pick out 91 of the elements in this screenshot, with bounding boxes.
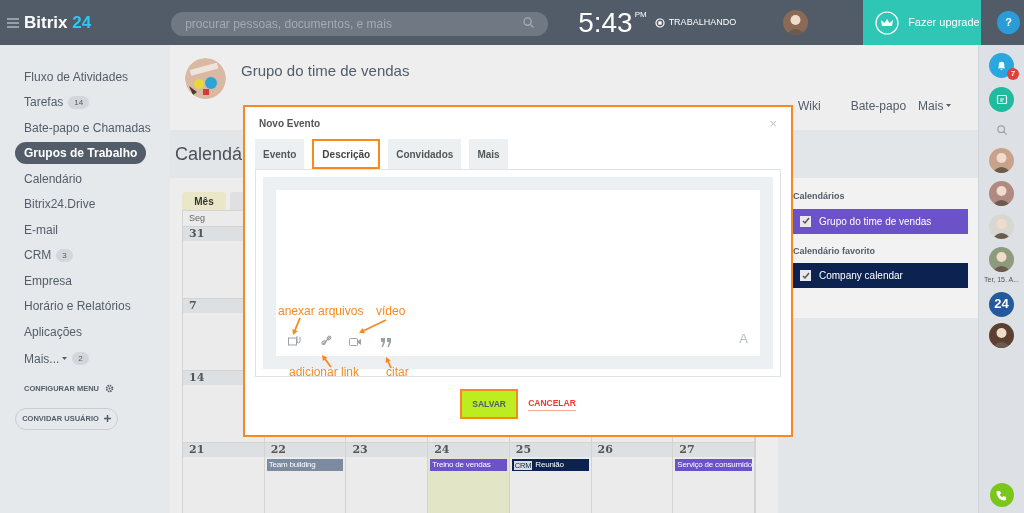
annotation-label: anexar arquivos	[278, 303, 364, 320]
avatar[interactable]	[989, 322, 1014, 348]
day-cell[interactable]: 26	[591, 443, 674, 513]
sidebar-item[interactable]: Horário e Relatórios	[15, 295, 140, 318]
check-icon	[801, 217, 810, 225]
day-number: 23	[352, 441, 368, 458]
day-number: 25	[515, 441, 532, 458]
checkbox[interactable]	[800, 270, 811, 281]
view-tab[interactable]: Mês	[182, 192, 226, 210]
day-number: 27	[679, 441, 695, 458]
dialog-tab[interactable]: Evento	[255, 139, 305, 169]
chat-icon	[995, 93, 1008, 106]
save-button[interactable]: SALVAR	[460, 389, 519, 419]
dialog-tab[interactable]: Convidados	[388, 139, 462, 169]
avatar[interactable]	[989, 214, 1014, 239]
sidebar-item[interactable]: Bate-papo e Chamadas	[15, 116, 160, 139]
counter: 14	[68, 95, 90, 109]
avatar[interactable]	[989, 181, 1014, 206]
phone-icon	[996, 489, 1007, 501]
avatar[interactable]	[783, 10, 809, 35]
calendar-event[interactable]: Treino de vendas	[430, 459, 507, 471]
calendars-heading: Calendário favorito	[793, 244, 876, 258]
day-cell[interactable]: 22 Team building	[264, 443, 347, 513]
sidebar-item[interactable]: Calendário	[15, 167, 92, 190]
menu-icon[interactable]	[7, 17, 19, 28]
avatar[interactable]	[989, 247, 1014, 272]
day-number: 21	[189, 441, 205, 458]
day-number: 26	[597, 441, 613, 458]
calendar-entry[interactable]: Company calendar	[793, 263, 968, 288]
page-title: Calendá	[175, 142, 243, 166]
caret-icon	[946, 104, 952, 107]
attachment-icon[interactable]	[288, 335, 301, 346]
dialog-tab[interactable]: Mais	[469, 139, 508, 169]
stop-icon[interactable]	[654, 17, 665, 28]
avatar[interactable]	[989, 148, 1014, 173]
dialog-title: Novo Evento	[259, 117, 321, 131]
calendar-event[interactable]: Serviço de consumido	[675, 459, 752, 471]
day-number: 24	[434, 441, 450, 458]
logo[interactable]: Bitrix 24	[24, 9, 92, 36]
caret-icon	[62, 357, 68, 360]
calendar-event[interactable]: Team building	[266, 459, 344, 471]
sidebar-item[interactable]: Bitrix24.Drive	[15, 193, 105, 216]
day-number: 7	[189, 297, 197, 314]
annotation-label: adicionar link	[289, 364, 360, 381]
checkbox[interactable]	[800, 215, 811, 227]
clock-period: PM	[634, 8, 647, 21]
sidebar-item[interactable]: E-mail	[15, 218, 67, 241]
day-cell[interactable]: 24 Treino de vendas	[428, 443, 510, 513]
annotation-label: citar	[386, 364, 409, 381]
crown-icon	[875, 10, 900, 35]
sidebar-item[interactable]: Mais...	[24, 349, 60, 368]
group-title: Grupo do time de vendas	[241, 61, 411, 81]
calendar-name: Company calendar	[819, 269, 903, 283]
sidebar-item[interactable]: Grupos de Trabalho	[15, 142, 147, 165]
notification-count: 7	[1007, 68, 1019, 80]
link-icon[interactable]	[321, 335, 332, 346]
group-tab[interactable]: Bate-papo	[850, 96, 907, 115]
counter: 3	[56, 248, 73, 262]
cancel-link[interactable]: CANCELAR	[528, 397, 576, 411]
help-button[interactable]: ?	[997, 11, 1021, 34]
quote-icon[interactable]	[381, 338, 391, 347]
work-status[interactable]: TRABALHANDO	[668, 15, 737, 30]
counter: 2	[72, 352, 89, 365]
notifications-button[interactable]	[989, 53, 1014, 78]
dialog-tab[interactable]: Descrição	[312, 139, 381, 169]
calendar-entry[interactable]: Grupo do time de vendas	[793, 208, 968, 234]
calendar-name: Grupo do time de vendas	[819, 214, 932, 229]
group-tab[interactable]: Wiki	[798, 96, 821, 115]
clock-time: 5:43	[578, 8, 633, 37]
event-title: Team building	[268, 459, 316, 471]
day-cell[interactable]: 21	[183, 443, 265, 513]
event-title: Reunião	[535, 459, 564, 471]
day-cell[interactable]: 27 Serviço de consumido	[673, 443, 755, 513]
bell-icon	[996, 60, 1007, 71]
plus-icon	[103, 415, 111, 423]
day-number: 22	[270, 441, 286, 458]
group-tab[interactable]: Mais	[918, 96, 952, 115]
sidebar-item[interactable]: Fluxo de Atividades	[15, 65, 138, 88]
event-title: Treino de vendas	[432, 459, 491, 471]
app-button[interactable]: 24	[989, 291, 1014, 317]
sidebar-item[interactable]: Empresa	[15, 269, 82, 292]
calendars-heading: Calendários	[793, 190, 846, 203]
video-camera-icon[interactable]	[349, 337, 361, 346]
gear-icon[interactable]	[105, 383, 114, 393]
weekday-label: Seg	[189, 211, 205, 225]
day-number: 31	[189, 225, 205, 242]
day-cell[interactable]: 23	[346, 443, 429, 513]
annotation-label: vídeo	[376, 303, 406, 320]
sidebar-item[interactable]: Aplicações	[15, 320, 92, 343]
check-icon	[801, 271, 810, 280]
day-number: 14	[189, 369, 205, 386]
